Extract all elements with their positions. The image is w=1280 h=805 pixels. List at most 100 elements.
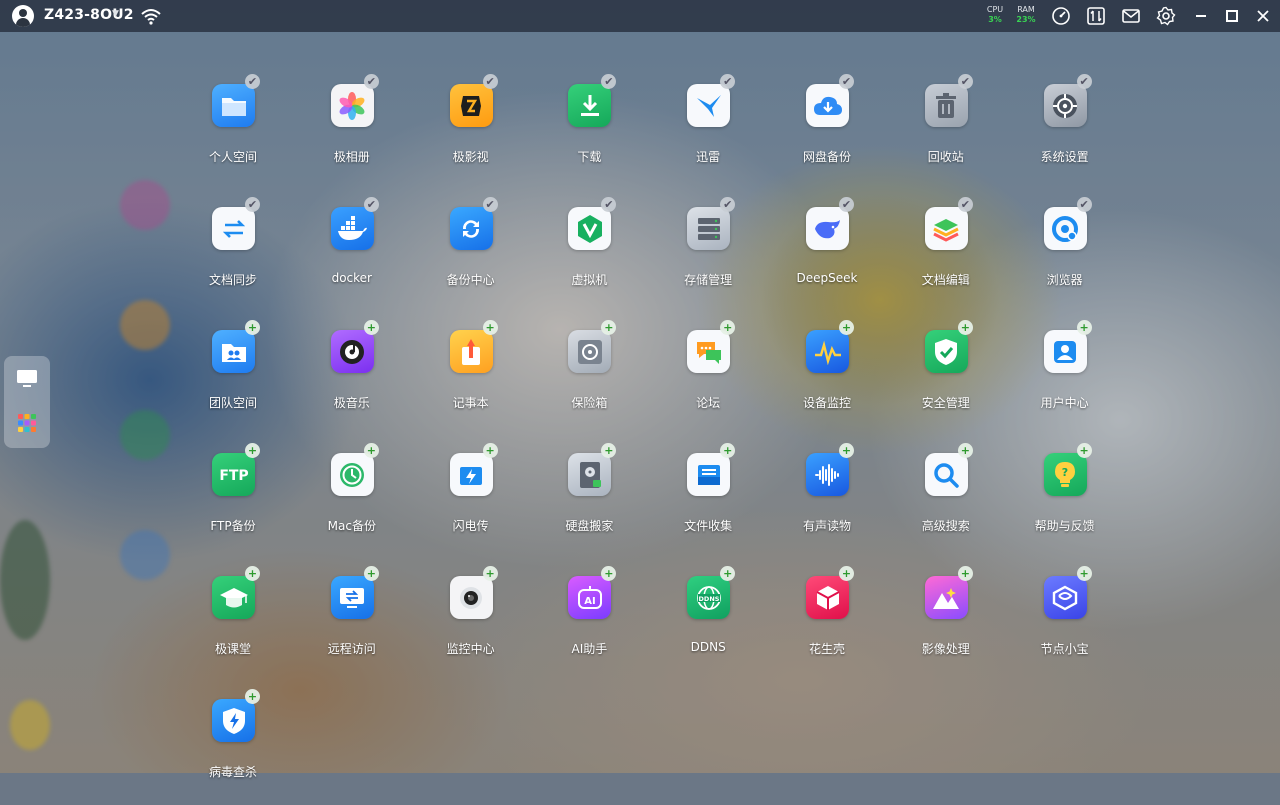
camera-icon[interactable] [449,576,493,619]
app-tile[interactable]: ✔ 个人空间 [174,74,292,190]
docker-icon[interactable] [330,207,374,250]
add-app-badge-icon[interactable]: + [482,566,498,581]
app-tile[interactable]: + 远程访问 [293,566,411,682]
monitor-icon[interactable] [806,330,849,373]
app-tile[interactable]: + 有声读物 [768,443,886,559]
close-icon[interactable] [1253,6,1273,26]
add-app-badge-icon[interactable]: + [245,443,260,458]
add-app-badge-icon[interactable]: + [720,566,736,581]
add-app-badge-icon[interactable]: + [957,566,973,581]
app-tile[interactable]: ✔ 虚拟机 [530,197,648,313]
app-tile[interactable]: + 高级搜索 [887,443,1005,559]
app-tile[interactable]: ✔ 回收站 [887,74,1005,190]
app-tile[interactable]: + 闪电传 [412,443,530,559]
antivirus-icon[interactable] [212,699,255,742]
add-app-badge-icon[interactable]: + [601,443,617,458]
peanut-shell-icon[interactable] [806,576,849,619]
add-app-badge-icon[interactable]: + [839,443,854,458]
app-tile[interactable]: + 用户中心 [1006,320,1124,436]
app-tile[interactable]: ? + 帮助与反馈 [1006,443,1124,559]
add-app-badge-icon[interactable]: + [482,443,498,458]
add-app-badge-icon[interactable]: + [363,320,379,335]
app-tile[interactable]: + Mac备份 [293,443,411,559]
add-app-badge-icon[interactable]: + [601,566,617,581]
add-app-badge-icon[interactable]: + [363,443,379,458]
disk-move-icon[interactable] [568,453,612,496]
maximize-icon[interactable] [1222,6,1242,26]
app-tile[interactable]: + 病毒查杀 [174,689,292,805]
app-tile[interactable]: + 记事本 [412,320,530,436]
app-tile[interactable]: + 文件收集 [649,443,767,559]
user-icon[interactable] [1043,330,1087,373]
app-tile[interactable]: + 监控中心 [412,566,530,682]
file-collect-icon[interactable] [687,453,731,496]
app-tile[interactable]: ✔ docker [293,197,411,313]
thunder-icon[interactable] [687,84,731,127]
deepseek-icon[interactable] [806,207,849,250]
team-folder-icon[interactable] [212,330,255,373]
safe-icon[interactable] [568,330,612,373]
app-tile[interactable]: ✔ 迅雷 [649,74,767,190]
storage-icon[interactable] [687,207,731,250]
node-icon[interactable] [1043,576,1087,619]
flash-transfer-icon[interactable] [449,453,493,496]
document-edit-icon[interactable] [924,207,968,250]
search-icon[interactable] [924,453,968,496]
music-icon[interactable] [330,330,374,373]
time-machine-icon[interactable] [330,453,374,496]
chevron-down-icon[interactable]: ▼ [112,9,119,19]
add-app-badge-icon[interactable]: + [601,320,617,335]
download-icon[interactable] [568,84,612,127]
speedometer-icon[interactable] [1051,6,1071,26]
app-tile[interactable]: + 团队空间 [174,320,292,436]
add-app-badge-icon[interactable]: + [1076,566,1092,581]
ftp-icon[interactable]: FTP [212,453,255,496]
app-tile[interactable]: ✔ 文档编辑 [887,197,1005,313]
desktop-view-icon[interactable] [10,362,44,396]
ddns-icon[interactable]: DDNS [687,576,731,619]
ai-assistant-icon[interactable]: AI [568,576,612,619]
app-tile[interactable]: + 硬盘搬家 [530,443,648,559]
app-tile[interactable]: ✔ 存储管理 [649,197,767,313]
add-app-badge-icon[interactable]: + [482,320,498,335]
settings-icon[interactable] [1043,84,1087,127]
sync-icon[interactable] [212,207,255,250]
folder-icon[interactable] [212,84,255,127]
app-tile[interactable]: + 保险箱 [530,320,648,436]
backup-icon[interactable] [449,207,493,250]
app-tile[interactable]: DDNS + DDNS [649,566,767,682]
avatar[interactable] [12,5,34,27]
app-tile[interactable]: ✔ 极相册 [293,74,411,190]
add-app-badge-icon[interactable]: + [245,689,260,704]
add-app-badge-icon[interactable]: + [720,320,736,335]
add-app-badge-icon[interactable]: + [957,443,973,458]
app-tile[interactable]: + 极音乐 [293,320,411,436]
app-tile[interactable]: ✔ 文档同步 [174,197,292,313]
app-tile[interactable]: ✔ 浏览器 [1006,197,1124,313]
add-app-badge-icon[interactable]: + [957,320,973,335]
app-tile[interactable]: + 极课堂 [174,566,292,682]
add-app-badge-icon[interactable]: + [1076,443,1092,458]
app-tile[interactable]: + 设备监控 [768,320,886,436]
app-tile[interactable]: FTP + FTP备份 [174,443,292,559]
add-app-badge-icon[interactable]: + [839,566,854,581]
app-tile[interactable]: + 安全管理 [887,320,1005,436]
app-tile[interactable]: AI + AI助手 [530,566,648,682]
app-grid-icon[interactable] [10,406,44,440]
add-app-badge-icon[interactable]: + [245,566,260,581]
graduation-icon[interactable] [212,576,255,619]
browser-icon[interactable] [1043,207,1087,250]
app-tile[interactable]: ✔ 下载 [530,74,648,190]
wifi-icon[interactable] [140,7,162,29]
remote-access-icon[interactable] [330,576,374,619]
add-app-badge-icon[interactable]: + [363,566,379,581]
app-tile[interactable]: + 节点小宝 [1006,566,1124,682]
audiobook-icon[interactable] [806,453,849,496]
add-app-badge-icon[interactable]: + [245,320,260,335]
app-tile[interactable]: + 影像处理 [887,566,1005,682]
add-app-badge-icon[interactable]: + [1076,320,1092,335]
add-app-badge-icon[interactable]: + [720,443,736,458]
app-tile[interactable]: + 花生壳 [768,566,886,682]
notepad-icon[interactable] [449,330,493,373]
app-tile[interactable]: ✔ 极影视 [412,74,530,190]
